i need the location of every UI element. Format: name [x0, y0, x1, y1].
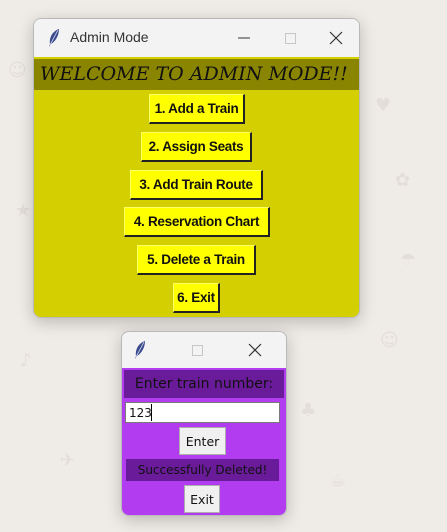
delete-train-button[interactable]: 5. Delete a Train: [137, 245, 256, 275]
doodle-icon: ★: [15, 200, 32, 221]
doodle-icon: ☺: [380, 330, 399, 351]
doodle-icon: ✿: [395, 170, 411, 191]
maximize-icon: [191, 344, 203, 356]
window-title: Admin Mode: [70, 29, 149, 45]
doodle-icon: ☕: [330, 470, 347, 491]
reservation-chart-button[interactable]: 4. Reservation Chart: [124, 207, 270, 237]
status-message: Successfully Deleted!: [126, 459, 279, 481]
text-cursor: [151, 404, 152, 421]
doodle-icon: ♥: [375, 95, 392, 116]
exit-button[interactable]: Exit: [184, 485, 220, 513]
maximize-button[interactable]: [174, 332, 220, 368]
close-button[interactable]: [232, 332, 278, 368]
add-train-route-button[interactable]: 3. Add Train Route: [130, 170, 263, 200]
close-button[interactable]: [313, 19, 359, 57]
train-number-label: Enter train number:: [124, 370, 284, 398]
close-icon: [329, 31, 343, 45]
admin-window: Admin Mode WELCOME TO ADMIN MODE!! 1. Ad…: [33, 18, 360, 318]
doodle-icon: ✈: [60, 450, 76, 471]
dialog-titlebar[interactable]: [122, 332, 286, 368]
feather-icon: [49, 29, 59, 47]
maximize-button[interactable]: [267, 19, 313, 57]
admin-titlebar[interactable]: Admin Mode: [34, 19, 359, 57]
assign-seats-button[interactable]: 2. Assign Seats: [141, 132, 252, 162]
train-number-input[interactable]: [125, 402, 280, 423]
minimize-icon: [238, 37, 250, 39]
close-icon: [248, 343, 262, 357]
maximize-icon: [284, 32, 296, 44]
minimize-button[interactable]: [221, 19, 267, 57]
delete-train-dialog: Enter train number: Enter Successfully D…: [121, 331, 287, 516]
feather-icon: [135, 341, 145, 359]
dialog-client-area: Enter train number: Enter Successfully D…: [122, 368, 286, 515]
doodle-icon: ♪: [20, 350, 32, 371]
add-train-button[interactable]: 1. Add a Train: [149, 94, 245, 124]
exit-button[interactable]: 6. Exit: [173, 283, 220, 313]
doodle-icon: ☂: [400, 250, 417, 271]
welcome-banner: WELCOME TO ADMIN MODE!!: [34, 59, 359, 90]
admin-client-area: WELCOME TO ADMIN MODE!! 1. Add a Train 2…: [34, 57, 359, 317]
doodle-icon: ☺: [8, 60, 27, 81]
doodle-icon: ♣: [300, 400, 317, 421]
enter-button[interactable]: Enter: [179, 427, 226, 455]
